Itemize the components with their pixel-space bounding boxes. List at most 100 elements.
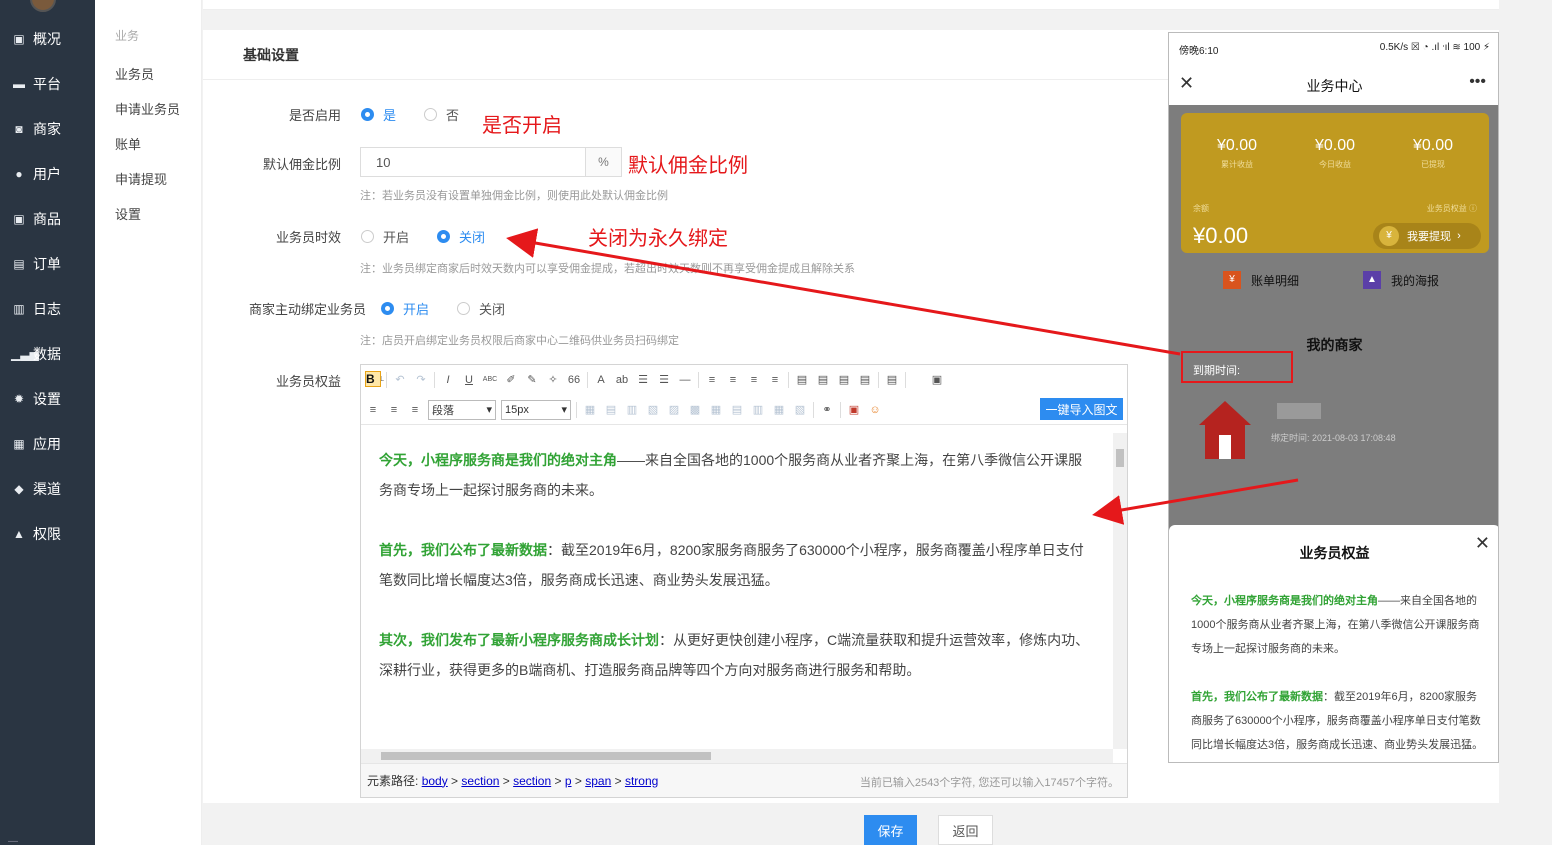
toolbar-button-22-icon[interactable]: ▤ [836, 372, 852, 388]
sidebar-item-8[interactable]: ✹ 设置 [0, 384, 95, 414]
toolbar-button-15-icon[interactable]: — [677, 372, 693, 388]
toolbar-button-7-icon[interactable]: ✐ [503, 372, 519, 388]
avatar[interactable] [30, 0, 56, 12]
toolbar-button-24-icon[interactable]: ▤ [884, 372, 900, 388]
toolbar-button-2-icon[interactable]: ↷ [413, 372, 429, 388]
path-link-p[interactable]: p [565, 774, 572, 788]
toolbar-button-25-icon[interactable]: ▣ [929, 372, 945, 388]
save-button[interactable]: 保存 [864, 815, 917, 845]
balance-label: 余额 [1193, 204, 1209, 213]
sidebar-item-0[interactable]: ▣ 概况 [0, 24, 95, 54]
more-icon[interactable]: ••• [1469, 73, 1486, 91]
path-link-span[interactable]: span [585, 774, 611, 788]
sidebar-item-4[interactable]: ▣ 商品 [0, 204, 95, 234]
sidebar-item-7[interactable]: ▁▃▅ 数据 [0, 339, 95, 369]
sidebar-item-2[interactable]: ◙ 商家 [0, 114, 95, 144]
table-insert-icon[interactable]: ▤ [603, 402, 619, 418]
validity-off-radio[interactable] [437, 230, 451, 243]
validity-off-label[interactable]: 关闭 [459, 227, 485, 246]
toolbar-button-3-icon[interactable]: B [365, 371, 381, 387]
my-poster-link[interactable]: ▲ 我的海报 [1363, 271, 1439, 289]
submenu-item-withdraw[interactable]: 申请提现 [115, 169, 167, 188]
align-right-icon[interactable]: ≡ [386, 402, 402, 418]
toolbar-button-11-icon[interactable]: A [593, 372, 609, 388]
annotation-validity: 关闭为永久绑定 [588, 228, 728, 250]
editor-content[interactable]: 今天，小程序服务商是我们的绝对主角——来自全国各地的1000个服务商从业者齐聚上… [361, 433, 1113, 749]
sidebar-item-1[interactable]: ▬ 平台 [0, 69, 95, 99]
image-icon[interactable]: ▣ [846, 402, 862, 418]
sheet-close-icon[interactable]: ✕ [1475, 533, 1490, 554]
bind-off-radio[interactable] [457, 302, 471, 315]
toolbar-button-20-icon[interactable]: ▤ [794, 372, 810, 388]
toolbar-button-6-icon[interactable]: ABC [482, 372, 498, 388]
toolbar-button-12-icon[interactable]: ab [614, 372, 630, 388]
link-icon[interactable]: ⚭ [819, 402, 835, 418]
toolbar-button-18-icon[interactable]: ≡ [746, 372, 762, 388]
commission-field[interactable]: 10 % [360, 147, 622, 177]
toolbar-button-1-icon[interactable]: ↶ [392, 372, 408, 388]
rights-link[interactable]: 业务员权益 ⓘ [1427, 203, 1477, 214]
sidebar-item-9[interactable]: ▦ 应用 [0, 429, 95, 459]
rich-text-editor[interactable]: HTML↶↷BIUABC✐✎✧66Aab☰☰—≡≡≡≡▤▤▤▤▤▣ ≡ ≡ ≡ … [360, 364, 1128, 798]
sidebar-item-6[interactable]: ▥ 日志 [0, 294, 95, 324]
submenu-item-salesman[interactable]: 业务员 [115, 64, 154, 83]
path-link-strong[interactable]: strong [625, 774, 658, 788]
top-strip [203, 0, 1499, 10]
enable-no-label[interactable]: 否 [446, 105, 459, 124]
table-icon[interactable]: ▦ [582, 402, 598, 418]
table-delete-icon[interactable]: ▦ [708, 402, 724, 418]
enable-no-radio[interactable] [424, 108, 438, 121]
toolbar-button-21-icon[interactable]: ▤ [815, 372, 831, 388]
toolbar-button-17-icon[interactable]: ≡ [725, 372, 741, 388]
stat-total: ¥0.00 累计收益 [1216, 137, 1258, 169]
bind-on-radio[interactable] [381, 302, 394, 315]
toolbar-button-19-icon[interactable]: ≡ [767, 372, 783, 388]
bill-detail-link[interactable]: ¥ 账单明细 [1223, 271, 1299, 289]
table-merge-icon[interactable]: ▨ [666, 402, 682, 418]
import-article-button[interactable]: 一键导入图文 [1040, 398, 1123, 420]
toolbar-button-10-icon[interactable]: 66 [566, 372, 582, 388]
bill-icon: ¥ [1223, 271, 1241, 289]
submenu-item-apply-salesman[interactable]: 申请业务员 [115, 99, 180, 118]
sidebar-item-11[interactable]: ▲ 权限 [0, 519, 95, 549]
emoji-icon[interactable]: ☺ [867, 402, 883, 418]
editor-horizontal-scrollbar[interactable] [361, 749, 1113, 763]
toolbar-button-9-icon[interactable]: ✧ [545, 372, 561, 388]
table-style-icon[interactable]: ▧ [792, 402, 808, 418]
paragraph-select[interactable]: 段落 ▾ [428, 399, 496, 420]
table-cell-icon[interactable]: ▥ [750, 402, 766, 418]
align-center-icon[interactable]: ≡ [365, 402, 381, 418]
table-props-icon[interactable]: ▤ [729, 402, 745, 418]
toolbar-button-13-icon[interactable]: ☰ [635, 372, 651, 388]
sidebar-item-10[interactable]: ◆ 渠道 [0, 474, 95, 504]
back-button[interactable]: 返回 [938, 815, 993, 845]
submenu-item-bill[interactable]: 账单 [115, 134, 141, 153]
table-row-icon[interactable]: ▥ [624, 402, 640, 418]
toolbar-button-14-icon[interactable]: ☰ [656, 372, 672, 388]
path-link-section[interactable]: section [513, 774, 551, 788]
path-link-section[interactable]: section [461, 774, 499, 788]
enable-yes-radio[interactable] [361, 108, 374, 121]
sidebar-item-5[interactable]: ▤ 订单 [0, 249, 95, 279]
table-align-icon[interactable]: ▦ [771, 402, 787, 418]
table-split-icon[interactable]: ▩ [687, 402, 703, 418]
validity-on-radio[interactable] [361, 230, 374, 243]
toolbar-button-8-icon[interactable]: ✎ [524, 372, 540, 388]
align-justify-icon[interactable]: ≡ [407, 402, 423, 418]
editor-vertical-scrollbar[interactable] [1113, 433, 1127, 749]
withdraw-button[interactable]: ¥ 我要提现 › [1373, 223, 1481, 249]
table-col-icon[interactable]: ▧ [645, 402, 661, 418]
bind-off-label[interactable]: 关闭 [479, 299, 505, 318]
toolbar-button-5-icon[interactable]: U [461, 372, 477, 388]
font-size-select[interactable]: 15px ▾ [501, 399, 571, 420]
enable-yes-label[interactable]: 是 [383, 105, 396, 124]
toolbar-button-4-icon[interactable]: I [440, 372, 456, 388]
sidebar-item-3[interactable]: ● 用户 [0, 159, 95, 189]
validity-on-label[interactable]: 开启 [383, 227, 409, 246]
commission-input[interactable]: 10 [361, 148, 585, 176]
submenu-item-settings[interactable]: 设置 [115, 204, 141, 223]
path-link-body[interactable]: body [422, 774, 448, 788]
bind-on-label[interactable]: 开启 [403, 299, 429, 318]
toolbar-button-16-icon[interactable]: ≡ [704, 372, 720, 388]
toolbar-button-23-icon[interactable]: ▤ [857, 372, 873, 388]
